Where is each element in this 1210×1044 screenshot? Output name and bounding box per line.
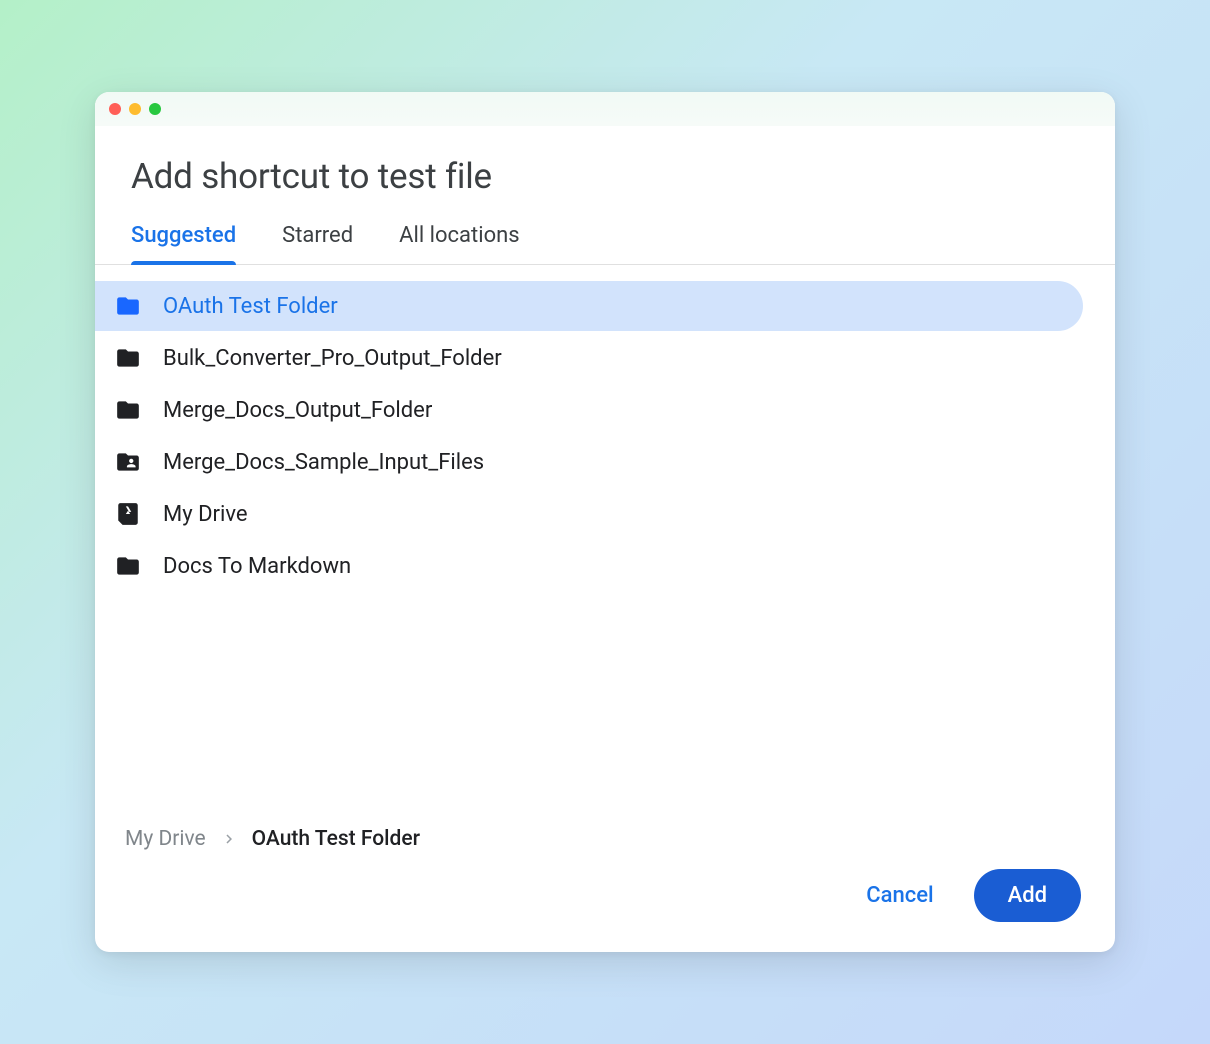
window-titlebar <box>95 92 1115 126</box>
tab-starred[interactable]: Starred <box>282 223 353 264</box>
folder-icon <box>115 553 141 579</box>
list-item[interactable]: Bulk_Converter_Pro_Output_Folder <box>95 333 1115 383</box>
dialog-window: Add shortcut to test file Suggested Star… <box>95 92 1115 952</box>
folder-icon <box>115 293 141 319</box>
list-item-label: Merge_Docs_Output_Folder <box>163 398 432 423</box>
list-item[interactable]: Docs To Markdown <box>95 541 1115 591</box>
list-item-label: Docs To Markdown <box>163 554 351 579</box>
breadcrumb-root[interactable]: My Drive <box>125 827 206 851</box>
cancel-button[interactable]: Cancel <box>852 869 947 922</box>
window-maximize-button[interactable] <box>149 103 161 115</box>
dialog-footer: Cancel Add <box>95 869 1115 952</box>
list-item[interactable]: My Drive <box>95 489 1115 539</box>
folder-list: OAuth Test Folder Bulk_Converter_Pro_Out… <box>95 265 1115 827</box>
breadcrumb: My Drive OAuth Test Folder <box>95 827 1115 869</box>
list-item-label: Merge_Docs_Sample_Input_Files <box>163 450 484 475</box>
tab-all-locations[interactable]: All locations <box>399 223 519 264</box>
list-item-label: My Drive <box>163 502 248 527</box>
window-minimize-button[interactable] <box>129 103 141 115</box>
list-item-label: OAuth Test Folder <box>163 294 338 319</box>
dialog-title: Add shortcut to test file <box>131 156 1079 197</box>
folder-icon <box>115 345 141 371</box>
tabs: Suggested Starred All locations <box>95 197 1115 265</box>
list-item[interactable]: Merge_Docs_Sample_Input_Files <box>95 437 1115 487</box>
list-item[interactable]: OAuth Test Folder <box>95 281 1083 331</box>
window-close-button[interactable] <box>109 103 121 115</box>
tab-suggested[interactable]: Suggested <box>131 223 236 264</box>
drive-icon <box>115 501 141 527</box>
folder-shared-icon <box>115 449 141 475</box>
chevron-right-icon <box>220 830 238 848</box>
folder-icon <box>115 397 141 423</box>
add-button[interactable]: Add <box>974 869 1081 922</box>
breadcrumb-current[interactable]: OAuth Test Folder <box>252 827 420 851</box>
list-item[interactable]: Merge_Docs_Output_Folder <box>95 385 1115 435</box>
dialog-header: Add shortcut to test file <box>95 126 1115 197</box>
list-item-label: Bulk_Converter_Pro_Output_Folder <box>163 346 502 371</box>
